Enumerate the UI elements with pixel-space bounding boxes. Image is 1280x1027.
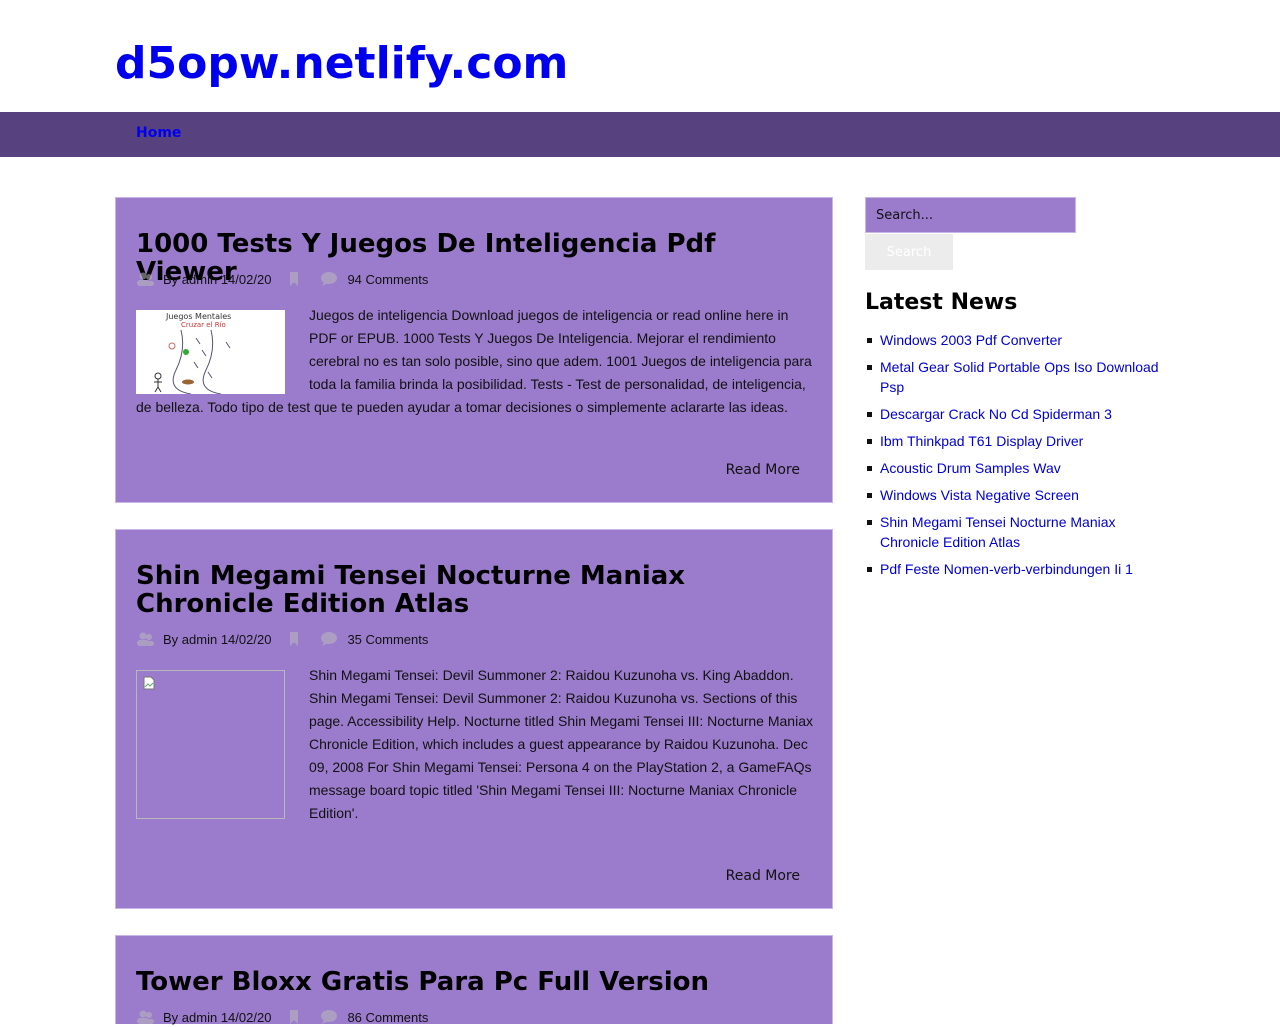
post-author[interactable]: By admin <box>163 632 217 647</box>
post-meta: By admin 14/02/20 35 Comments <box>136 629 428 649</box>
post-excerpt: Shin Megami Tensei: Devil Summoner 2: Ra… <box>136 664 814 825</box>
read-more-link[interactable]: Read More <box>726 462 800 478</box>
list-item: Ibm Thinkpad T61 Display Driver <box>865 431 1165 451</box>
bookmark-icon <box>290 1010 299 1024</box>
nav-home-link[interactable]: Home <box>136 125 181 141</box>
post-comments[interactable]: 94 Comments <box>347 272 428 287</box>
bookmark-icon <box>290 632 299 646</box>
list-item: Windows 2003 Pdf Converter <box>865 330 1165 350</box>
post-card: Tower Bloxx Gratis Para Pc Full Version … <box>115 935 833 1027</box>
news-link[interactable]: Shin Megami Tensei Nocturne Maniax Chron… <box>880 514 1116 550</box>
list-item: Descargar Crack No Cd Spiderman 3 <box>865 404 1165 424</box>
post-date: 14/02/20 <box>220 1009 272 1025</box>
latest-news-list: Windows 2003 Pdf Converter Metal Gear So… <box>865 330 1165 586</box>
post-author[interactable]: By admin <box>163 1010 217 1025</box>
site-title-link[interactable]: d5opw.netlify.com <box>115 38 568 90</box>
post-comments[interactable]: 35 Comments <box>347 632 428 647</box>
comment-icon <box>321 632 338 646</box>
post-author[interactable]: By admin <box>163 272 217 287</box>
comment-icon <box>321 1010 338 1024</box>
post-card: 1000 Tests Y Juegos De Inteligencia Pdf … <box>115 197 833 503</box>
post-title[interactable]: Shin Megami Tensei Nocturne Maniax Chron… <box>136 562 776 618</box>
post-meta: By admin 14/02/20 86 Comments <box>136 1007 428 1027</box>
user-icon <box>137 272 154 286</box>
news-link[interactable]: Pdf Feste Nomen-verb-verbindungen Ii 1 <box>880 561 1133 577</box>
post-title[interactable]: Tower Bloxx Gratis Para Pc Full Version <box>136 968 776 996</box>
list-item: Windows Vista Negative Screen <box>865 485 1165 505</box>
list-item: Acoustic Drum Samples Wav <box>865 458 1165 478</box>
search-input[interactable] <box>865 197 1076 233</box>
news-link[interactable]: Descargar Crack No Cd Spiderman 3 <box>880 406 1112 422</box>
news-link[interactable]: Ibm Thinkpad T61 Display Driver <box>880 433 1083 449</box>
user-icon <box>137 632 154 646</box>
site-header: d5opw.netlify.com <box>0 0 1280 112</box>
comment-icon <box>321 272 338 286</box>
user-icon <box>137 1010 154 1024</box>
post-excerpt-text: Shin Megami Tensei: Devil Summoner 2: Ra… <box>309 667 813 821</box>
read-more-link[interactable]: Read More <box>726 868 800 884</box>
latest-news-heading: Latest News <box>865 290 1018 315</box>
post-comments[interactable]: 86 Comments <box>347 1010 428 1025</box>
list-item: Shin Megami Tensei Nocturne Maniax Chron… <box>865 512 1165 552</box>
post-meta: By admin 14/02/20 94 Comments <box>136 269 428 289</box>
news-link[interactable]: Acoustic Drum Samples Wav <box>880 460 1061 476</box>
list-item: Metal Gear Solid Portable Ops Iso Downlo… <box>865 357 1165 397</box>
post-excerpt: Juegos de inteligencia Download juegos d… <box>136 304 814 419</box>
bookmark-icon <box>290 272 299 286</box>
post-card: Shin Megami Tensei Nocturne Maniax Chron… <box>115 529 833 909</box>
post-date: 14/02/20 <box>220 271 272 287</box>
news-link[interactable]: Windows Vista Negative Screen <box>880 487 1079 503</box>
news-link[interactable]: Windows 2003 Pdf Converter <box>880 332 1062 348</box>
post-date: 14/02/20 <box>220 631 272 647</box>
news-link[interactable]: Metal Gear Solid Portable Ops Iso Downlo… <box>880 359 1159 395</box>
search-button[interactable]: Search <box>865 234 953 270</box>
list-item: Pdf Feste Nomen-verb-verbindungen Ii 1 <box>865 559 1165 579</box>
main-navigation: Home <box>0 112 1280 157</box>
